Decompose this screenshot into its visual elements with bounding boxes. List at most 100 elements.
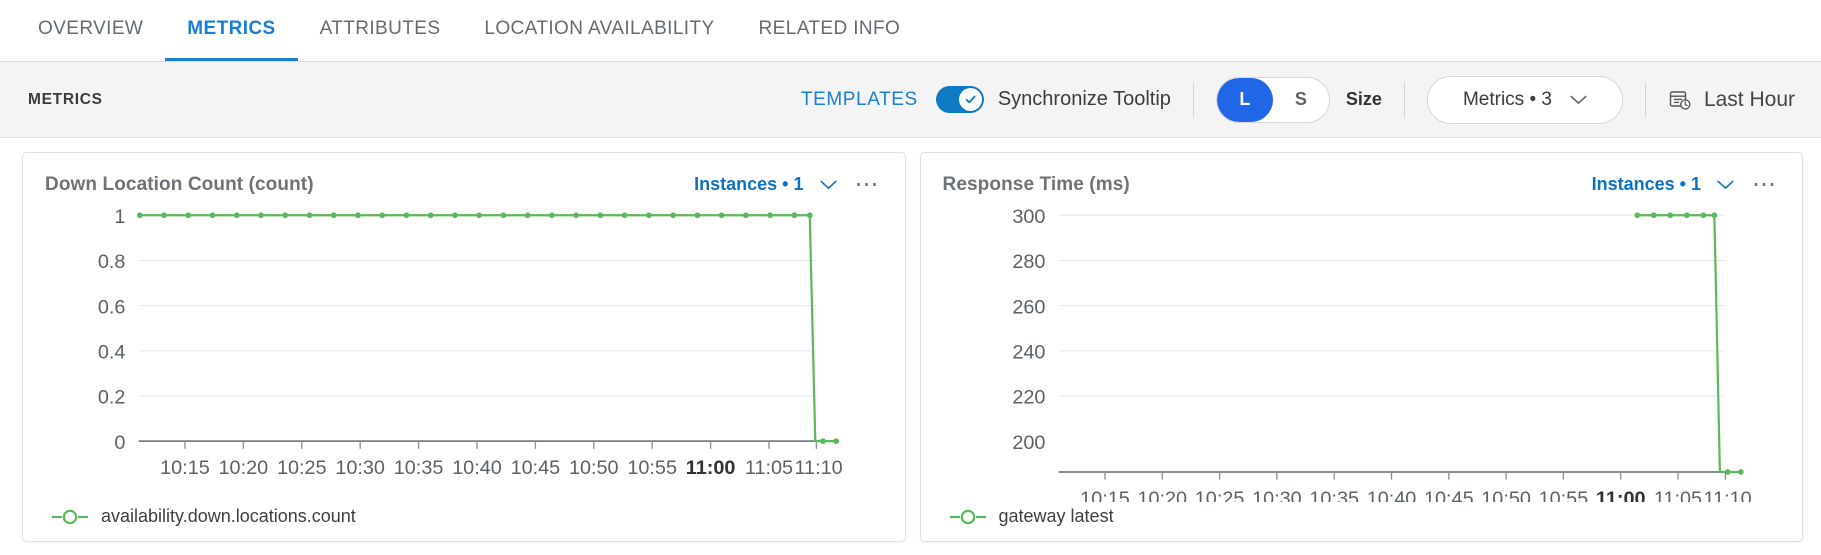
tab-metrics[interactable]: METRICS xyxy=(165,0,298,61)
svg-text:11:10: 11:10 xyxy=(795,457,843,479)
svg-text:280: 280 xyxy=(1012,251,1045,273)
chart-svg-2: 300 280 260 240 220 200 10:15 10:20 10:2… xyxy=(1012,206,1752,502)
metrics-count-dropdown[interactable]: Metrics • 3 xyxy=(1426,75,1623,124)
series-markers xyxy=(1633,212,1744,476)
svg-text:10:35: 10:35 xyxy=(394,457,444,479)
tab-location-availability-label: LOCATION AVAILABILITY xyxy=(484,18,715,39)
svg-text:11:10: 11:10 xyxy=(1703,488,1751,502)
svg-text:10:15: 10:15 xyxy=(160,457,210,479)
line-circle-marker-icon xyxy=(949,509,986,524)
synchronize-tooltip-label: Synchronize Tooltip xyxy=(997,88,1171,110)
svg-text:200: 200 xyxy=(1012,432,1045,454)
svg-text:10:40: 10:40 xyxy=(452,457,502,479)
svg-text:0.8: 0.8 xyxy=(98,251,126,273)
svg-text:10:40: 10:40 xyxy=(1366,488,1416,502)
svg-text:10:50: 10:50 xyxy=(569,457,619,479)
tab-metrics-label: METRICS xyxy=(187,18,276,39)
calendar-clock-icon xyxy=(1669,90,1691,110)
svg-text:240: 240 xyxy=(1012,342,1045,364)
tab-related-info[interactable]: RELATED INFO xyxy=(737,0,923,61)
legend-label[interactable]: gateway latest xyxy=(999,506,1114,527)
size-option-small[interactable]: S xyxy=(1273,78,1329,122)
chevron-down-icon[interactable] xyxy=(1717,180,1734,190)
tab-overview[interactable]: OVERVIEW xyxy=(16,0,165,61)
toolbar-divider-2 xyxy=(1403,82,1405,117)
check-icon xyxy=(965,95,976,104)
chart-plot-area[interactable]: 1 0.8 0.6 0.4 0.2 0 10:15 10:20 10:25 10… xyxy=(45,202,883,502)
svg-text:10:25: 10:25 xyxy=(277,457,327,479)
toggle-knob xyxy=(958,88,982,111)
svg-text:10:20: 10:20 xyxy=(1137,488,1187,502)
svg-text:10:25: 10:25 xyxy=(1194,488,1244,502)
x-axis-labels: 10:15 10:20 10:25 10:30 10:35 10:40 10:4… xyxy=(1080,488,1752,502)
x-axis-ticks xyxy=(184,441,818,450)
synchronize-tooltip-toggle[interactable] xyxy=(935,86,984,113)
size-caption: Size xyxy=(1345,89,1382,109)
chart-legend: gateway latest xyxy=(943,502,1781,531)
svg-text:10:55: 10:55 xyxy=(627,457,677,479)
chart-card-response-time: Response Time (ms) Instances • 1 ⋯ 300 2… xyxy=(919,152,1803,542)
legend-label[interactable]: availability.down.locations.count xyxy=(101,506,356,527)
tab-location-availability[interactable]: LOCATION AVAILABILITY xyxy=(462,0,736,61)
toolbar-divider-3 xyxy=(1644,82,1646,117)
svg-text:0.6: 0.6 xyxy=(98,297,126,319)
tab-related-info-label: RELATED INFO xyxy=(758,18,901,39)
svg-text:260: 260 xyxy=(1012,297,1045,319)
svg-text:10:45: 10:45 xyxy=(1423,488,1473,502)
tab-attributes-label: ATTRIBUTES xyxy=(319,18,441,39)
line-circle-marker-icon xyxy=(52,509,88,524)
chart-svg-1: 1 0.8 0.6 0.4 0.2 0 10:15 10:20 10:25 10… xyxy=(98,206,843,479)
size-segmented-control[interactable]: L S xyxy=(1215,76,1330,123)
instances-selector-label[interactable]: Instances • 1 xyxy=(694,174,803,195)
toolbar-title: METRICS xyxy=(28,90,103,108)
chevron-down-icon[interactable] xyxy=(819,180,837,190)
chart-title: Down Location Count (count) xyxy=(45,173,314,195)
svg-text:0.4: 0.4 xyxy=(98,342,126,364)
svg-text:11:05: 11:05 xyxy=(745,457,793,479)
svg-text:10:30: 10:30 xyxy=(335,457,385,479)
svg-text:300: 300 xyxy=(1012,206,1045,228)
chart-card-down-location-count: Down Location Count (count) Instances • … xyxy=(22,152,906,542)
chart-plot-area[interactable]: 300 280 260 240 220 200 10:15 10:20 10:2… xyxy=(943,202,1781,502)
x-axis-ticks xyxy=(1103,472,1726,480)
kebab-menu-icon[interactable]: ⋯ xyxy=(853,172,883,196)
metrics-count-dropdown-label: Metrics • 3 xyxy=(1462,88,1552,110)
svg-text:10:50: 10:50 xyxy=(1481,488,1531,502)
svg-text:1: 1 xyxy=(114,206,125,228)
svg-text:10:35: 10:35 xyxy=(1309,488,1359,502)
chart-header-actions: Instances • 1 ⋯ xyxy=(694,172,883,196)
time-range-selector[interactable]: Last Hour xyxy=(1668,88,1795,112)
svg-text:10:45: 10:45 xyxy=(511,457,561,479)
chart-header-actions: Instances • 1 ⋯ xyxy=(1592,172,1780,196)
instances-selector-label[interactable]: Instances • 1 xyxy=(1592,174,1701,195)
svg-text:0: 0 xyxy=(114,432,125,454)
svg-text:11:00: 11:00 xyxy=(1595,488,1645,502)
svg-text:10:30: 10:30 xyxy=(1252,488,1302,502)
chart-legend: availability.down.locations.count xyxy=(45,502,883,531)
series-markers xyxy=(136,212,840,445)
gridlines xyxy=(1058,214,1725,397)
svg-text:0.2: 0.2 xyxy=(98,387,126,409)
svg-text:10:15: 10:15 xyxy=(1080,488,1130,502)
chart-title: Response Time (ms) xyxy=(942,173,1130,195)
series-line-gateway-latest xyxy=(1636,214,1741,474)
svg-text:220: 220 xyxy=(1012,387,1045,409)
size-option-large[interactable]: L xyxy=(1216,77,1273,122)
toolbar-divider-1 xyxy=(1192,82,1194,117)
svg-text:11:05: 11:05 xyxy=(1653,488,1701,502)
chevron-down-icon xyxy=(1570,95,1587,104)
templates-button[interactable]: TEMPLATES xyxy=(801,89,918,111)
series-line-availability-down-locations-count xyxy=(139,214,837,443)
tab-attributes[interactable]: ATTRIBUTES xyxy=(298,0,463,61)
toolbar-controls: TEMPLATES Synchronize Tooltip L S Size M… xyxy=(801,75,1795,124)
kebab-menu-icon[interactable]: ⋯ xyxy=(1750,172,1780,196)
tab-overview-label: OVERVIEW xyxy=(38,18,144,39)
main-tab-bar: OVERVIEW METRICS ATTRIBUTES LOCATION AVA… xyxy=(0,0,1821,62)
svg-text:10:55: 10:55 xyxy=(1538,488,1588,502)
chart-card-header: Response Time (ms) Instances • 1 ⋯ xyxy=(943,171,1781,198)
metrics-toolbar: METRICS TEMPLATES Synchronize Tooltip L … xyxy=(0,62,1821,138)
x-axis-labels: 10:15 10:20 10:25 10:30 10:35 10:40 10:4… xyxy=(160,457,843,479)
svg-text:11:00: 11:00 xyxy=(686,457,736,479)
chart-card-header: Down Location Count (count) Instances • … xyxy=(45,171,883,198)
charts-container: Down Location Count (count) Instances • … xyxy=(0,138,1821,542)
